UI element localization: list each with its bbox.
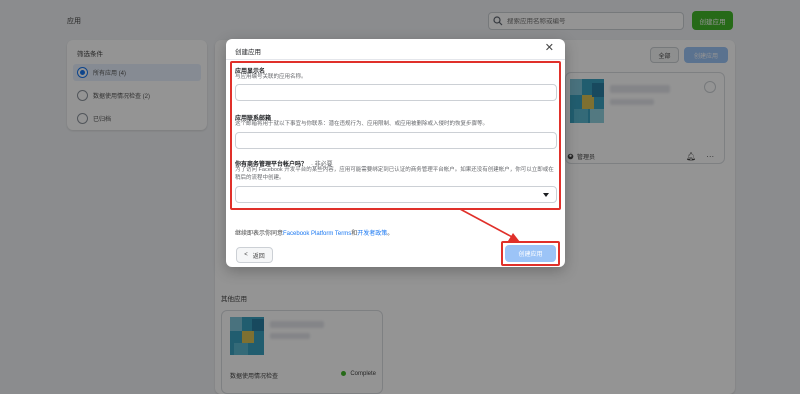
close-icon[interactable]: ✕ <box>545 43 554 54</box>
chevron-left-icon: < <box>244 252 248 258</box>
platform-terms-link[interactable]: Facebook Platform Terms <box>283 231 351 237</box>
business-account-help: 为了访问 Facebook 开发平台的某些内容，应用可能需要绑定到已认证的商务管… <box>235 167 554 181</box>
back-button[interactable]: < 返回 <box>236 247 273 263</box>
chevron-down-icon <box>543 193 549 197</box>
developer-policy-link[interactable]: 开发者政策 <box>357 231 387 237</box>
create-app-button[interactable]: 创建应用 <box>505 245 556 262</box>
contact-email-help: 这个邮箱将用于就以下事宜与你联系：潜在违规行为、应用限制、或应用被删除或入侵时的… <box>235 121 489 127</box>
dialog-divider <box>226 59 565 60</box>
terms-text: 继续即表示你同意Facebook Platform Terms和开发者政策。 <box>235 231 394 237</box>
display-name-help: 与应用编号关联的应用名称。 <box>235 74 307 80</box>
annotation-arrow-icon <box>459 208 520 242</box>
business-account-select[interactable] <box>235 186 557 203</box>
contact-email-input[interactable] <box>235 132 557 149</box>
display-name-input[interactable] <box>235 84 557 101</box>
dialog-title: 创建应用 <box>235 49 261 56</box>
